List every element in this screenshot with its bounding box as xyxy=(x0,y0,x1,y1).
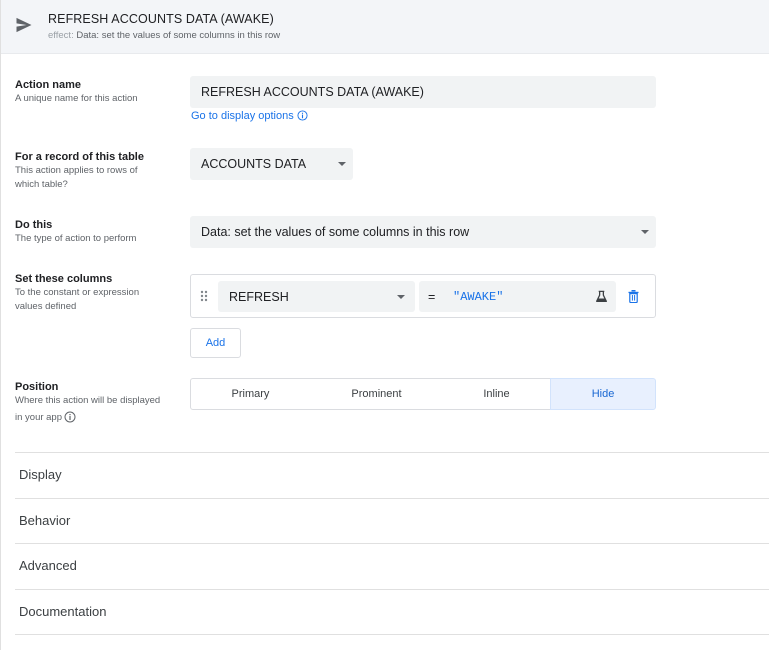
info-icon xyxy=(297,110,308,121)
table-desc-line2: which table? xyxy=(15,179,68,190)
section-documentation[interactable]: Documentation xyxy=(15,589,769,635)
chevron-down-icon xyxy=(397,294,405,299)
expression-value: "AWAKE" xyxy=(453,289,504,304)
action-title: REFRESH ACCOUNTS DATA (AWAKE) xyxy=(48,12,274,26)
position-option-inline[interactable]: Inline xyxy=(443,378,551,410)
add-column-button[interactable]: Add xyxy=(190,328,241,358)
column-value: REFRESH xyxy=(229,289,289,304)
position-option-prominent[interactable]: Prominent xyxy=(310,378,444,410)
subtitle-prefix: effect: xyxy=(48,30,74,41)
table-select[interactable]: ACCOUNTS DATA xyxy=(190,148,353,180)
set-columns-desc-line1: To the constant or expression xyxy=(15,287,140,298)
position-option-primary[interactable]: Primary xyxy=(190,378,311,410)
subtitle-text: Data: set the values of some columns in … xyxy=(76,30,281,41)
action-subtitle: effect: Data: set the values of some col… xyxy=(48,30,280,41)
display-options-link-text: Go to display options xyxy=(191,110,294,122)
action-name-input[interactable]: REFRESH ACCOUNTS DATA (AWAKE) xyxy=(190,76,656,108)
table-label: For a record of this table xyxy=(15,151,144,163)
chevron-down-icon xyxy=(641,230,649,234)
section-advanced-label: Advanced xyxy=(19,558,77,573)
table-desc-line1: This action applies to rows of xyxy=(15,165,138,176)
position-desc-line2-wrap: in your app xyxy=(15,411,180,425)
action-name-desc: A unique name for this action xyxy=(15,93,138,104)
expression-input[interactable]: = "AWAKE" xyxy=(419,281,616,312)
set-columns-label-group: Set these columns To the constant or exp… xyxy=(15,272,180,314)
section-behavior[interactable]: Behavior xyxy=(15,498,769,544)
section-documentation-label: Documentation xyxy=(19,604,107,619)
action-editor-panel: REFRESH ACCOUNTS DATA (AWAKE) effect: Da… xyxy=(0,0,769,650)
chevron-down-icon xyxy=(338,162,346,166)
info-icon[interactable] xyxy=(64,411,76,423)
display-options-link[interactable]: Go to display options xyxy=(191,110,308,122)
action-type-value: Data: set the values of some columns in … xyxy=(201,225,470,239)
column-assignment-row: REFRESH = "AWAKE" xyxy=(190,274,656,318)
table-label-group: For a record of this table This action a… xyxy=(15,150,180,192)
section-behavior-label: Behavior xyxy=(19,513,71,528)
delete-icon[interactable] xyxy=(628,290,639,303)
column-select[interactable]: REFRESH xyxy=(218,281,415,312)
send-icon xyxy=(16,17,32,33)
position-desc-line2: in your app xyxy=(15,412,63,423)
action-name-label: Action name xyxy=(15,79,82,91)
set-columns-desc-line2: values defined xyxy=(15,301,77,312)
set-columns-label: Set these columns xyxy=(15,273,113,285)
position-option-hide[interactable]: Hide xyxy=(550,378,656,410)
drag-handle-icon[interactable] xyxy=(200,290,208,302)
do-this-label: Do this xyxy=(15,219,53,231)
table-value: ACCOUNTS DATA xyxy=(201,157,307,171)
position-label: Position xyxy=(15,381,59,393)
section-advanced[interactable]: Advanced xyxy=(15,543,769,589)
do-this-desc: The type of action to perform xyxy=(15,233,137,244)
action-header: REFRESH ACCOUNTS DATA (AWAKE) effect: Da… xyxy=(1,0,769,54)
position-label-group: Position Where this action will be displ… xyxy=(15,380,180,425)
action-name-value: REFRESH ACCOUNTS DATA (AWAKE) xyxy=(201,85,424,99)
section-display[interactable]: Display xyxy=(15,452,769,498)
section-display-label: Display xyxy=(19,467,62,482)
equals-sign: = xyxy=(428,289,436,304)
action-type-select[interactable]: Data: set the values of some columns in … xyxy=(190,216,656,248)
action-name-label-group: Action name A unique name for this actio… xyxy=(15,78,180,106)
flask-icon[interactable] xyxy=(595,290,608,303)
do-this-label-group: Do this The type of action to perform xyxy=(15,218,180,246)
position-desc-line1: Where this action will be displayed xyxy=(15,395,161,406)
